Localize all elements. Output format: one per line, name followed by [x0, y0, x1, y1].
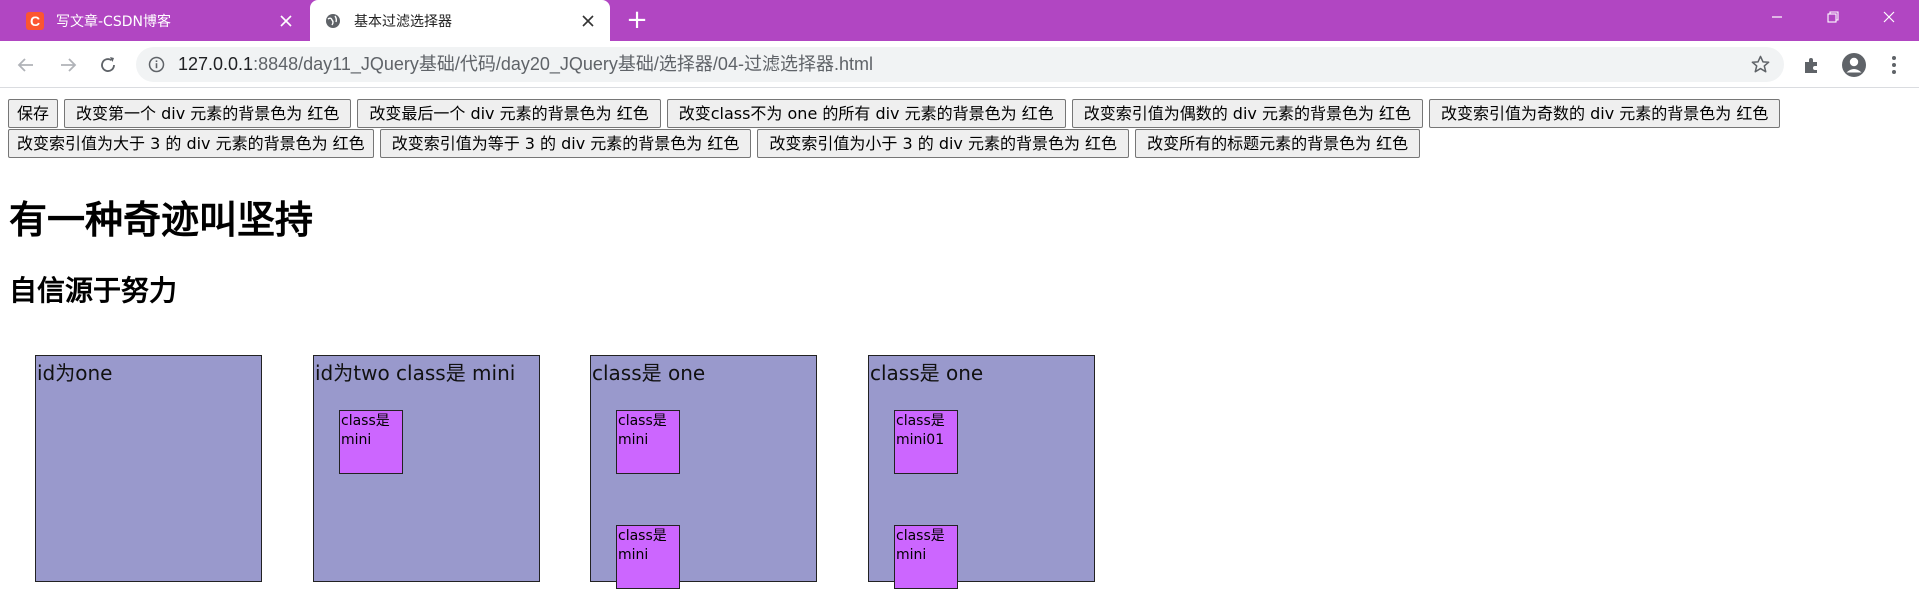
odd-index-red-button[interactable]: 改变索引值为奇数的 div 元素的背景色为 红色 — [1429, 99, 1781, 128]
div-box-three: class是 one class是mini class是mini — [590, 355, 817, 589]
close-window-icon[interactable] — [1861, 0, 1917, 34]
tab-strip: C 写文章-CSDN博客 基本过滤选择器 + — [0, 0, 1919, 41]
tab-title: 基本过滤选择器 — [354, 13, 452, 30]
restore-icon[interactable] — [1805, 0, 1861, 34]
eq-3-red-button[interactable]: 改变索引值为等于 3 的 div 元素的背景色为 红色 — [379, 129, 752, 158]
button-row-1: 保存 改变第一个 div 元素的背景色为 红色 改变最后一个 div 元素的背景… — [8, 99, 1908, 128]
info-icon[interactable] — [148, 56, 165, 77]
reload-icon[interactable] — [92, 49, 124, 81]
back-icon[interactable] — [10, 49, 42, 81]
profile-avatar-icon[interactable] — [1838, 49, 1870, 81]
mini-box: class是mini — [616, 410, 680, 474]
page-heading-h1: 有一种奇迹叫坚持 — [9, 198, 314, 242]
forward-icon[interactable] — [52, 49, 84, 81]
minimize-icon[interactable] — [1749, 0, 1805, 34]
tab-filter-selector[interactable]: 基本过滤选择器 — [310, 0, 610, 41]
last-div-red-button[interactable]: 改变最后一个 div 元素的背景色为 红色 — [357, 99, 661, 128]
globe-icon — [324, 12, 342, 30]
mini-label: class是mini — [618, 413, 667, 448]
extensions-icon[interactable] — [1796, 49, 1828, 81]
mini-label: class是mini — [618, 528, 667, 563]
close-tab-icon[interactable] — [272, 7, 300, 35]
lt-3-red-button[interactable]: 改变索引值为小于 3 的 div 元素的背景色为 红色 — [757, 129, 1130, 158]
button-panel: 保存 改变第一个 div 元素的背景色为 红色 改变最后一个 div 元素的背景… — [8, 99, 1908, 159]
button-row-2: 改变索引值为大于 3 的 div 元素的背景色为 红色 改变索引值为等于 3 的… — [8, 129, 1908, 158]
first-div-red-button[interactable]: 改变第一个 div 元素的背景色为 红色 — [64, 99, 352, 128]
menu-kebab-icon[interactable] — [1878, 49, 1910, 81]
box-label: id为two class是 mini — [315, 361, 516, 385]
new-tab-button[interactable]: + — [622, 6, 652, 36]
box-label: class是 one — [592, 361, 706, 385]
url-path: :8848/day11_JQuery基础/代码/day20_JQuery基础/选… — [253, 54, 873, 74]
page-content: 保存 改变第一个 div 元素的背景色为 红色 改变最后一个 div 元素的背景… — [0, 89, 1919, 599]
mini-box: class是mini — [616, 525, 680, 589]
mini-box: class是mini01 — [894, 410, 958, 474]
tab-csdn[interactable]: C 写文章-CSDN博客 — [12, 0, 308, 41]
not-one-div-red-button[interactable]: 改变class不为 one 的所有 div 元素的背景色为 红色 — [666, 99, 1066, 128]
div-box-one: id为one — [35, 355, 262, 582]
mini-label: class是mini — [896, 528, 945, 563]
save-button[interactable]: 保存 — [8, 99, 59, 128]
address-bar[interactable]: 127.0.0.1:8848/day11_JQuery基础/代码/day20_J… — [136, 47, 1784, 82]
headers-red-button[interactable]: 改变所有的标题元素的背景色为 红色 — [1135, 129, 1421, 158]
even-index-red-button[interactable]: 改变索引值为偶数的 div 元素的背景色为 红色 — [1071, 99, 1424, 128]
page-heading-h2: 自信源于努力 — [9, 274, 178, 307]
bookmark-star-icon[interactable] — [1751, 55, 1770, 78]
box-label: id为one — [37, 361, 113, 385]
mini-label: class是mini — [341, 413, 390, 448]
mini-label: class是mini01 — [896, 413, 945, 448]
div-box-two: id为two class是 mini class是mini — [313, 355, 540, 582]
csdn-favicon-icon: C — [26, 11, 44, 30]
mini-box: class是mini — [894, 525, 958, 589]
close-tab-icon[interactable] — [574, 7, 602, 35]
url-host: 127.0.0.1 — [178, 54, 254, 74]
browser-toolbar: 127.0.0.1:8848/day11_JQuery基础/代码/day20_J… — [0, 41, 1919, 88]
div-box-four: class是 one class是mini01 class是mini — [868, 355, 1095, 589]
gt-3-red-button[interactable]: 改变索引值为大于 3 的 div 元素的背景色为 红色 — [8, 129, 374, 158]
mini-box: class是mini — [339, 410, 403, 474]
tab-title: 写文章-CSDN博客 — [56, 13, 171, 30]
url-text[interactable]: 127.0.0.1:8848/day11_JQuery基础/代码/day20_J… — [178, 47, 873, 82]
box-label: class是 one — [870, 361, 984, 385]
